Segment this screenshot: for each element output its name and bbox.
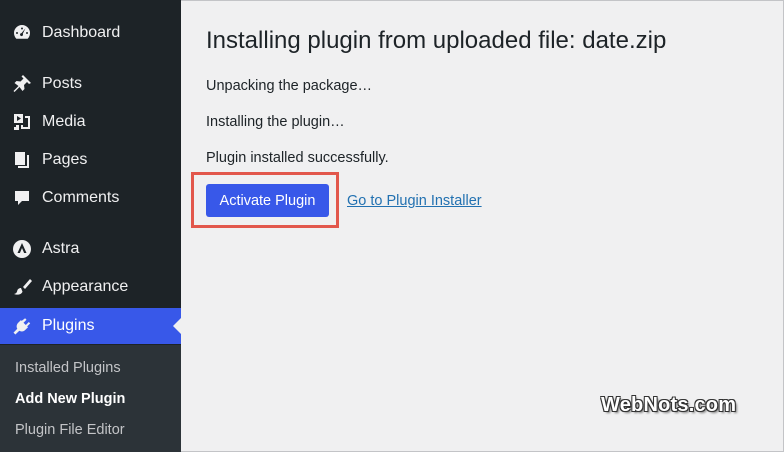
sidebar-item-dashboard[interactable]: Dashboard — [0, 15, 181, 51]
admin-sidebar: Dashboard Posts Media Pages Comments Ast… — [0, 0, 181, 452]
status-message-unpacking: Unpacking the package… — [206, 78, 373, 94]
submenu-installed-plugins[interactable]: Installed Plugins — [15, 360, 121, 376]
sidebar-item-label: Posts — [42, 75, 83, 92]
sidebar-item-label: Dashboard — [42, 24, 121, 41]
sidebar-item-comments[interactable]: Comments — [0, 180, 181, 216]
plugin-icon — [10, 314, 34, 338]
sidebar-item-astra[interactable]: Astra — [0, 231, 181, 267]
sidebar-item-label: Appearance — [42, 278, 129, 295]
paintbrush-icon — [10, 275, 34, 299]
plugin-installer-link[interactable]: Go to Plugin Installer — [347, 193, 482, 209]
sidebar-item-label: Pages — [42, 151, 88, 168]
plugins-submenu: Installed Plugins Add New Plugin Plugin … — [0, 345, 181, 452]
pin-icon — [10, 72, 34, 96]
sidebar-item-media[interactable]: Media — [0, 104, 181, 140]
sidebar-item-label: Comments — [42, 189, 120, 206]
sidebar-item-label: Media — [42, 113, 86, 130]
status-message-success: Plugin installed successfully. — [206, 150, 389, 166]
page-title: Installing plugin from uploaded file: da… — [206, 27, 667, 54]
pages-icon — [10, 148, 34, 172]
sidebar-item-pages[interactable]: Pages — [0, 142, 181, 178]
sidebar-item-posts[interactable]: Posts — [0, 66, 181, 102]
media-icon — [10, 110, 34, 134]
sidebar-item-label: Plugins — [42, 317, 95, 334]
comment-icon — [10, 186, 34, 210]
watermark: WebNots.com — [601, 394, 737, 416]
sidebar-item-plugins[interactable]: Plugins — [0, 308, 181, 344]
submenu-plugin-file-editor[interactable]: Plugin File Editor — [15, 422, 125, 438]
status-message-installing: Installing the plugin… — [206, 114, 345, 130]
activate-plugin-button[interactable]: Activate Plugin — [206, 184, 329, 217]
current-menu-arrow — [173, 318, 181, 334]
submenu-add-new-plugin[interactable]: Add New Plugin — [15, 391, 125, 407]
sidebar-item-appearance[interactable]: Appearance — [0, 269, 181, 305]
sidebar-item-label: Astra — [42, 240, 80, 257]
astra-icon — [10, 237, 34, 261]
dashboard-icon — [10, 21, 34, 45]
